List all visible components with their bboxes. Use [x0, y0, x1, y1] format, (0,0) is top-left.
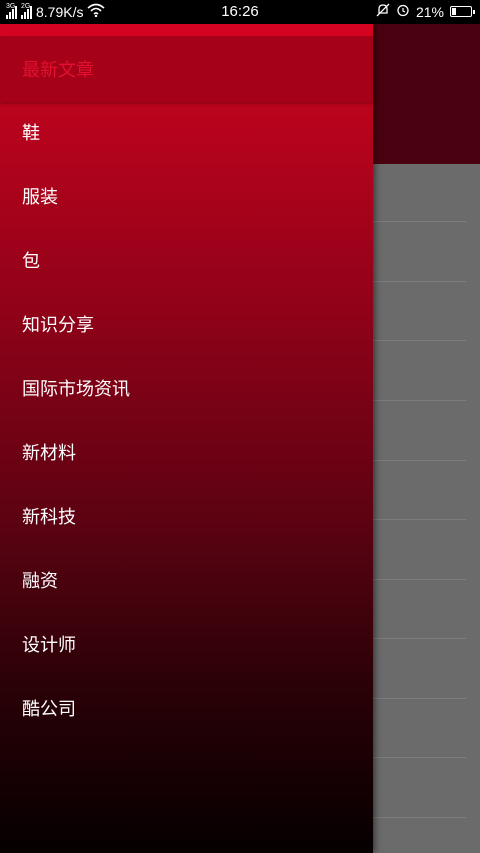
battery-percent: 21% — [415, 3, 444, 20]
list-divider — [373, 638, 466, 639]
battery-icon — [450, 6, 475, 17]
drawer-item-new-materials[interactable]: 新材料 — [0, 422, 373, 486]
list-divider — [373, 519, 466, 520]
mute-icon — [376, 3, 390, 20]
list-divider — [373, 817, 466, 818]
status-right: 21% — [376, 3, 475, 20]
list-divider — [373, 757, 466, 758]
list-divider — [373, 698, 466, 699]
navigation-drawer: 最新文章 鞋 服装 包 知识分享 国际市场资讯 新材料 新科技 融资 设计师 酷… — [0, 24, 373, 853]
battery-fill — [452, 8, 457, 15]
list-divider — [373, 340, 466, 341]
drawer-top-strip — [0, 24, 373, 36]
list-divider — [373, 579, 466, 580]
drawer-item-financing[interactable]: 融资 — [0, 550, 373, 614]
drawer-item-cool-companies[interactable]: 酷公司 — [0, 678, 373, 742]
status-bar: 3G 2G 8.79K/s 16:26 21% — [0, 0, 480, 24]
list-divider — [373, 281, 466, 282]
alarm-icon — [396, 3, 410, 20]
drawer-item-apparel[interactable]: 服装 — [0, 166, 373, 230]
drawer-menu: 鞋 服装 包 知识分享 国际市场资讯 新材料 新科技 融资 设计师 酷公司 — [0, 102, 373, 742]
drawer-item-international-market-news[interactable]: 国际市场资讯 — [0, 358, 373, 422]
drawer-item-knowledge-sharing[interactable]: 知识分享 — [0, 294, 373, 358]
drawer-item-designers[interactable]: 设计师 — [0, 614, 373, 678]
drawer-header-label: 最新文章 — [22, 60, 94, 81]
drawer-item-bags[interactable]: 包 — [0, 230, 373, 294]
list-divider — [373, 221, 466, 222]
drawer-item-new-technology[interactable]: 新科技 — [0, 486, 373, 550]
drawer-header-latest-articles[interactable]: 最新文章 — [0, 36, 373, 102]
list-divider — [373, 460, 466, 461]
drawer-item-shoes[interactable]: 鞋 — [0, 102, 373, 166]
list-divider — [373, 400, 466, 401]
